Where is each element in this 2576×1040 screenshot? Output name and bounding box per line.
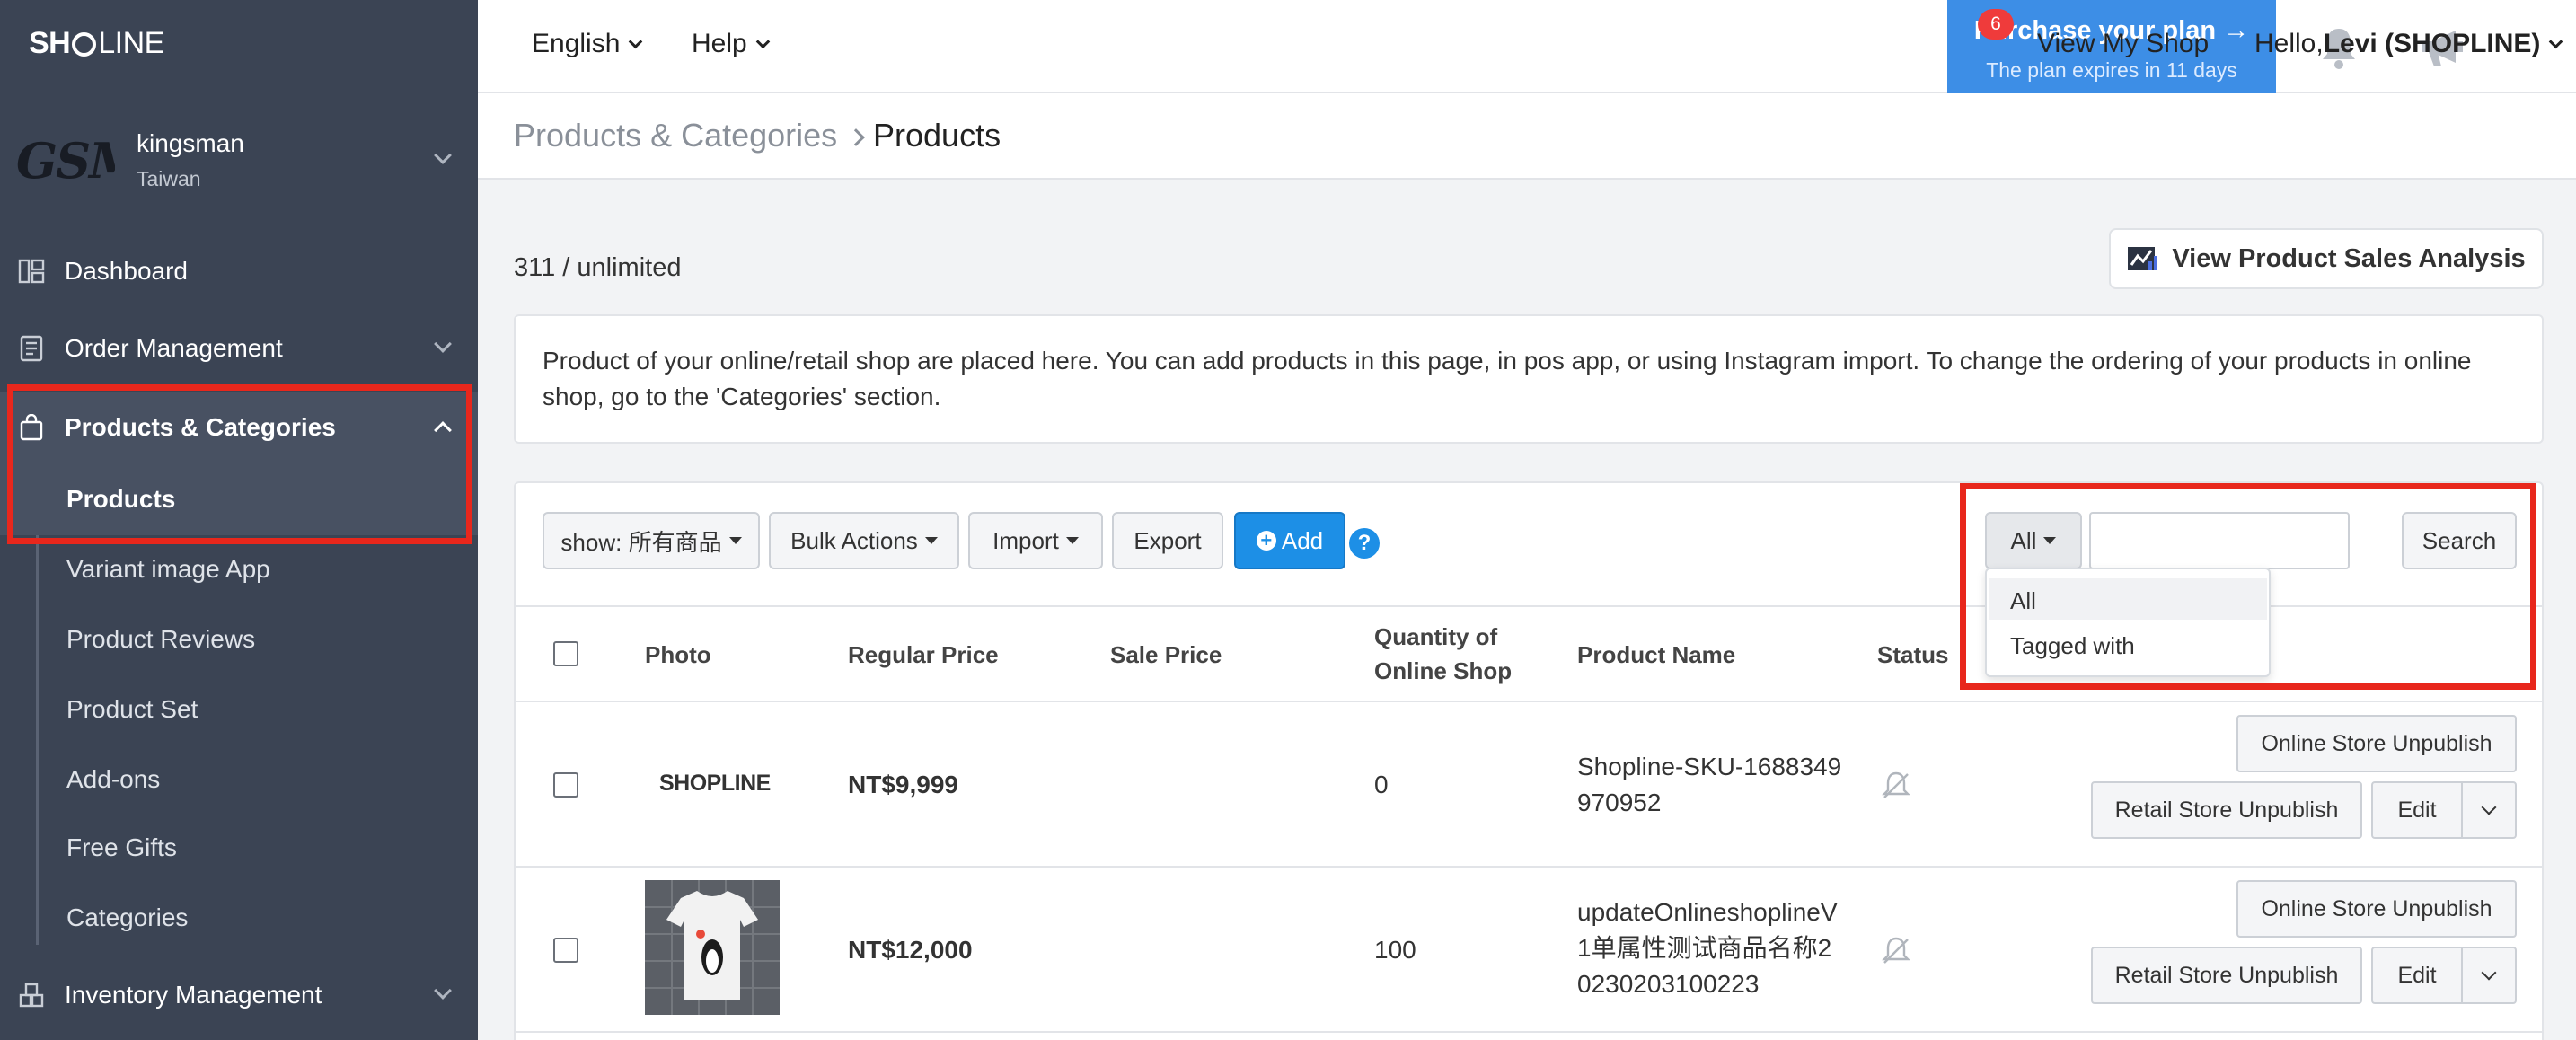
column-header-product-name: Product Name (1577, 641, 1735, 669)
column-header-quantity-line1: Quantity of (1374, 623, 1497, 651)
product-photo-tshirt (645, 880, 780, 1015)
store-name: kingsman (137, 129, 244, 158)
hello-text: Hello, (2254, 29, 2324, 59)
page-title: Products (873, 117, 1001, 154)
chevron-right-icon (847, 128, 865, 146)
show-filter-dropdown[interactable]: show: 所有商品 (543, 512, 760, 569)
sidebar-item-inventory-management[interactable]: Inventory Management (0, 959, 478, 1031)
add-label: Add (1282, 527, 1323, 555)
chevron-down-icon (2549, 34, 2563, 48)
chevron-down-icon (434, 335, 452, 353)
chevron-down-icon (629, 34, 643, 48)
help-question-icon[interactable]: ? (1349, 528, 1380, 559)
chevron-down-icon (434, 146, 452, 164)
product-name-link[interactable]: Shopline-SKU-1688349970952 (1577, 749, 1847, 821)
store-region: Taiwan (137, 167, 201, 191)
table-row[interactable]: SHOPLINE NT$9,999 0 Shopline-SKU-1688349… (516, 702, 2542, 868)
plus-circle-icon: + (1257, 531, 1276, 551)
chevron-down-icon (755, 34, 770, 48)
caret-down-icon (1066, 537, 1079, 544)
more-actions-dropdown[interactable] (2461, 947, 2517, 1004)
online-store-unpublish-button[interactable]: Online Store Unpublish (2236, 715, 2517, 772)
select-all-checkbox[interactable] (553, 641, 578, 666)
logo-text-end: LINE (98, 26, 164, 61)
logo-text-start: SH (29, 26, 70, 61)
product-name-link[interactable]: updateOnlineshoplineV1单属性测试商品名称202302031… (1577, 895, 1841, 1002)
row-checkbox[interactable] (553, 772, 578, 798)
submenu-item-add-ons[interactable]: Add-ons (66, 765, 160, 794)
chevron-down-icon (2482, 800, 2497, 815)
sidebar-item-label: Dashboard (65, 257, 188, 286)
column-header-status: Status (1877, 641, 1948, 669)
submenu-item-variant-image-app[interactable]: Variant image App (66, 555, 270, 584)
retail-store-unpublish-button[interactable]: Retail Store Unpublish (2091, 947, 2362, 1004)
sidebar-item-label: Inventory Management (65, 981, 322, 1009)
column-header-photo: Photo (645, 641, 711, 669)
product-count: 311 / unlimited (514, 253, 681, 283)
row-checkbox[interactable] (553, 938, 578, 963)
bell-muted-icon (1879, 934, 1913, 968)
dashboard-icon (18, 258, 45, 285)
inventory-icon (18, 982, 45, 1009)
sidebar-item-dashboard[interactable]: Dashboard (0, 235, 478, 307)
more-actions-dropdown[interactable] (2461, 781, 2517, 839)
store-avatar: GSM (16, 133, 115, 189)
retail-store-unpublish-button[interactable]: Retail Store Unpublish (2091, 781, 2362, 839)
logo-o-ring (72, 32, 96, 57)
breadcrumb-parent-link[interactable]: Products & Categories (514, 117, 837, 154)
caret-down-icon (925, 537, 938, 544)
user-name: Levi (SHOPLINE) (2324, 29, 2541, 59)
regular-price: NT$9,999 (848, 771, 958, 799)
chevron-down-icon (434, 982, 452, 1000)
column-header-regular-price: Regular Price (848, 641, 999, 669)
submenu-item-product-set[interactable]: Product Set (66, 695, 198, 724)
import-dropdown[interactable]: Import (968, 512, 1103, 569)
analytics-chart-icon (2127, 245, 2161, 272)
column-header-sale-price: Sale Price (1110, 641, 1222, 669)
view-sales-analysis-button[interactable]: View Product Sales Analysis (2109, 228, 2544, 289)
language-dropdown[interactable]: English (532, 29, 640, 59)
info-message: Product of your online/retail shop are p… (514, 314, 2544, 444)
language-label: English (532, 29, 620, 59)
product-photo-logo: SHOPLINE (659, 771, 771, 797)
submenu-item-categories[interactable]: Categories (66, 903, 188, 932)
sidebar-item-label: Order Management (65, 334, 283, 363)
sidebar-item-order-management[interactable]: Order Management (0, 313, 478, 384)
shopline-logo[interactable]: SH LINE (29, 25, 164, 61)
breadcrumb: Products & Categories Products (478, 93, 2576, 180)
chevron-down-icon (2482, 965, 2497, 981)
online-store-unpublish-button[interactable]: Online Store Unpublish (2236, 880, 2517, 938)
view-my-shop-link[interactable]: View My Shop (2037, 29, 2209, 59)
bell-muted-icon (1879, 769, 1913, 803)
user-menu[interactable]: Hello, Levi (SHOPLINE) (2254, 29, 2561, 59)
edit-button[interactable]: Edit (2371, 781, 2463, 839)
add-product-button[interactable]: + Add (1234, 512, 1345, 569)
bulk-actions-dropdown[interactable]: Bulk Actions (769, 512, 959, 569)
submenu-item-free-gifts[interactable]: Free Gifts (66, 833, 177, 862)
show-filter-label: show: 所有商品 (560, 524, 721, 558)
online-quantity: 100 (1374, 936, 1416, 965)
table-row[interactable]: NT$12,000 100 updateOnlineshoplineV1单属性测… (516, 868, 2542, 1033)
edit-button[interactable]: Edit (2371, 947, 2463, 1004)
notification-count-badge: 6 (1978, 9, 2014, 40)
top-header: English Help Purchase your plan → The pl… (478, 0, 2576, 93)
submenu-guide-line (36, 478, 39, 945)
help-dropdown[interactable]: Help (692, 29, 768, 59)
caret-down-icon (729, 537, 742, 544)
analysis-button-label: View Product Sales Analysis (2172, 244, 2525, 274)
plan-expiry-text: The plan expires in 11 days (1947, 58, 2276, 83)
bulk-actions-label: Bulk Actions (790, 527, 918, 555)
import-label: Import (992, 527, 1059, 555)
submenu-item-product-reviews[interactable]: Product Reviews (66, 625, 255, 654)
export-button[interactable]: Export (1112, 512, 1223, 569)
sidebar: SH LINE GSM kingsman Taiwan Dashboard Ord… (0, 0, 478, 1040)
store-switcher[interactable]: GSM kingsman Taiwan (0, 115, 478, 205)
highlight-box-sidebar (7, 384, 472, 544)
regular-price: NT$12,000 (848, 936, 973, 965)
order-icon (18, 335, 45, 362)
column-header-quantity-line2: Online Shop (1374, 657, 1512, 685)
highlight-box-search (1960, 483, 2536, 690)
help-label: Help (692, 29, 747, 59)
online-quantity: 0 (1374, 771, 1389, 799)
